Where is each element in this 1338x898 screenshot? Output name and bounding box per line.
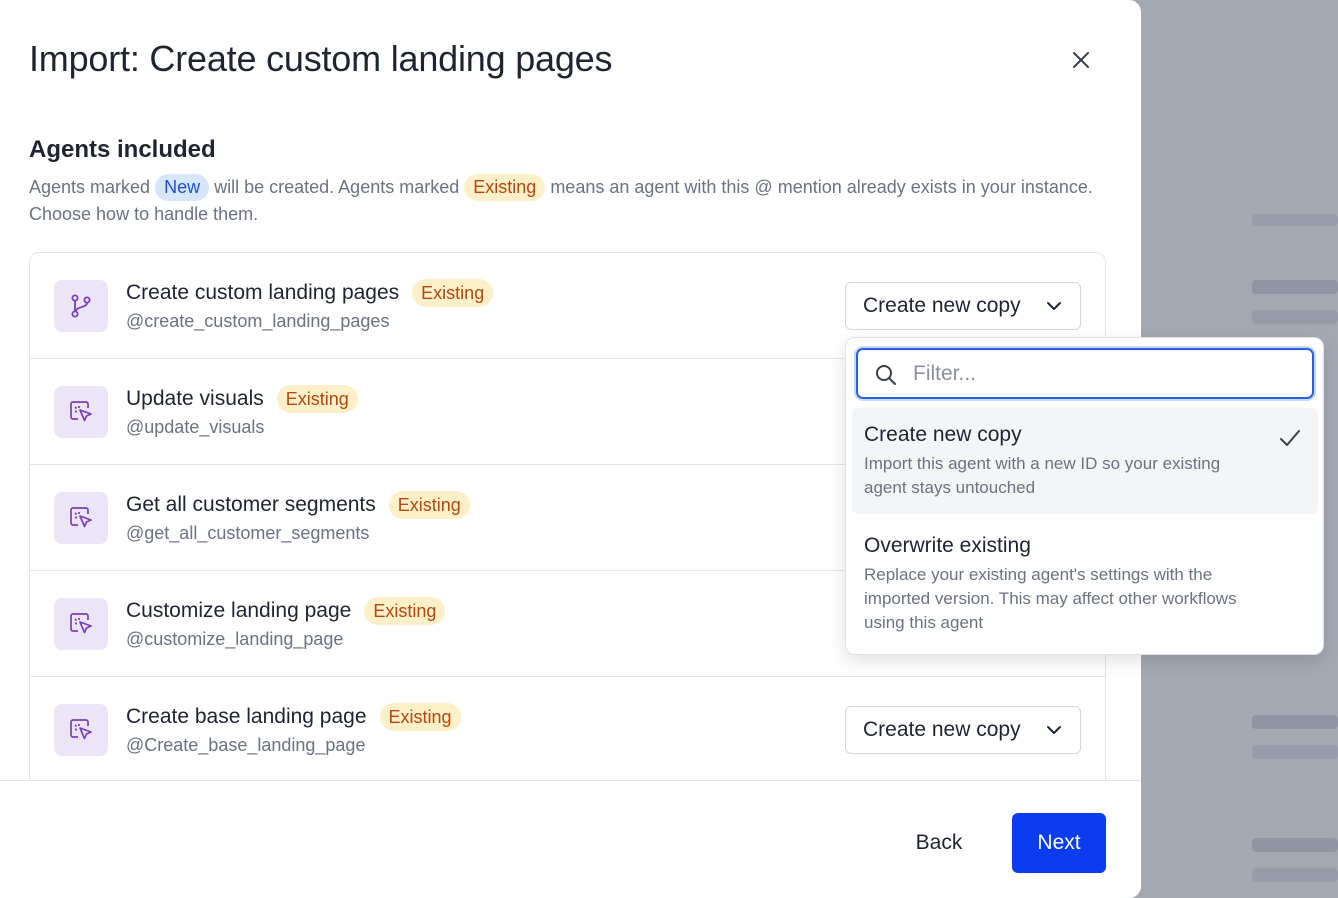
bg-row-date [1252,715,1338,729]
option-title: Overwrite existing [864,534,1031,557]
option-description: Replace your existing agent's settings w… [864,565,1237,632]
back-button[interactable]: Back [890,813,988,873]
bg-row-author [1252,745,1338,759]
bg-row-date [1252,280,1338,294]
chevron-down-icon [1047,302,1061,310]
filter-input[interactable] [913,358,1303,390]
modal-title: Import: Create custom landing pages [29,38,613,79]
next-button[interactable]: Next [1012,813,1106,873]
action-select-value: Create new copy [863,718,1021,741]
filter-field[interactable] [856,348,1314,399]
existing-badge: Existing [276,385,358,413]
check-icon [1280,430,1300,446]
option-description: Import this agent with a new ID so your … [864,454,1221,497]
section-title: Agents included [29,136,216,163]
option-title: Create new copy [864,423,1022,446]
agent-name-label: Update visuals [126,387,264,410]
cursor-click-icon [54,704,108,756]
existing-badge: Existing [464,174,546,201]
existing-badge: Existing [379,703,461,731]
agent-name-label: Get all customer segments [126,493,376,516]
action-dropdown-menu: Create new copy Import this agent with a… [845,337,1324,655]
new-badge: New [155,174,210,201]
branch-icon [54,280,108,332]
existing-badge: Existing [412,279,494,307]
cursor-click-icon [54,386,108,438]
agent-name: Create base landing page Existing [126,703,461,731]
agent-handle: @create_custom_landing_pages [126,311,390,331]
section-description: Agents marked New will be created. Agent… [29,174,1109,228]
agent-name: Create custom landing pages Existing [126,279,494,307]
agent-name-label: Create base landing page [126,705,367,728]
close-icon [1073,52,1089,68]
close-button[interactable] [1064,43,1098,77]
cursor-click-icon [54,598,108,650]
action-select-value: Create new copy [863,294,1021,317]
agent-name: Update visuals Existing [126,385,358,413]
desc-text: will be created. Agents marked [214,177,460,197]
agent-name: Get all customer segments Existing [126,491,470,519]
agent-row: Create base landing page Existing @Create… [30,677,1105,783]
agent-handle: @get_all_customer_segments [126,523,370,543]
bg-row-date [1252,838,1338,852]
chevron-down-icon [1047,726,1061,734]
action-select[interactable]: Create new copy [845,282,1081,330]
action-select[interactable]: Create new copy [845,706,1081,754]
agent-handle: @Create_base_landing_page [126,735,366,755]
bg-row-author [1252,310,1338,324]
existing-badge: Existing [388,491,470,519]
agent-handle: @update_visuals [126,417,265,437]
bg-row-author [1252,868,1338,882]
agent-handle: @customize_landing_page [126,629,344,649]
bg-column-header [1252,214,1338,226]
cursor-click-icon [54,492,108,544]
option-create-new-copy[interactable]: Create new copy Import this agent with a… [852,408,1318,514]
agent-name-label: Customize landing page [126,599,352,622]
desc-text: Agents marked [29,177,151,197]
agent-name-label: Create custom landing pages [126,281,400,304]
search-icon [876,365,896,385]
modal-footer: Back Next [0,780,1141,898]
option-overwrite-existing[interactable]: Overwrite existing Replace your existing… [852,519,1318,649]
existing-badge: Existing [364,597,446,625]
agent-name: Customize landing page Existing [126,597,446,625]
